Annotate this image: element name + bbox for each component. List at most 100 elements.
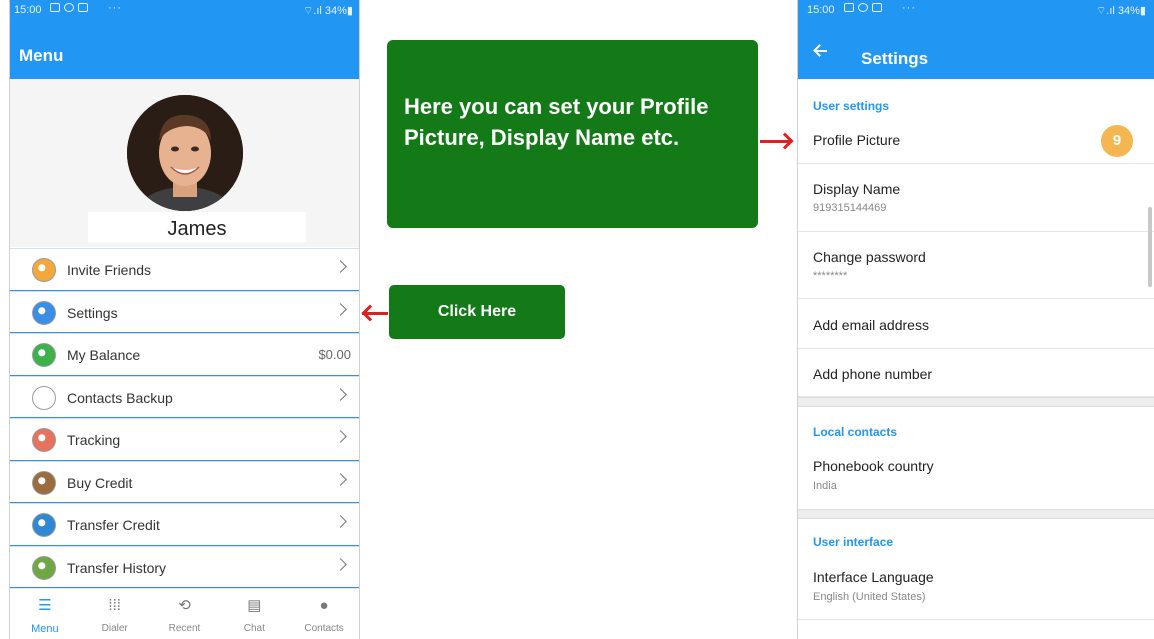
chevron-right-icon <box>334 557 347 571</box>
invite-friends-icon <box>32 258 56 282</box>
battery-signal-indicator: ⌔.ıl 34%▮ <box>302 5 353 17</box>
menu-item-settings[interactable]: Settings <box>10 290 359 333</box>
settings-icon <box>32 300 56 325</box>
nav-chat[interactable]: ▤ Chat <box>219 589 289 639</box>
battery-signal-indicator: ⌔.ıl 34%▮ <box>1095 5 1146 17</box>
menu-item-label: Settings <box>67 304 118 321</box>
nav-menu[interactable]: ☰ Menu <box>10 589 80 639</box>
menu-screen: 15:00 ··· ⌔.ıl 34%▮ Menu James Invite Fr… <box>9 0 360 639</box>
status-time: 15:00 <box>807 4 835 16</box>
profile-picture-label: Profile Picture <box>813 132 901 148</box>
app-bar: Settings <box>798 22 1154 79</box>
transfer-credit-icon <box>32 513 56 537</box>
notification-icons <box>50 3 88 12</box>
more-notifications-icon: ··· <box>902 2 916 14</box>
bottom-navigation: ☰ Menu ⁞⁞⁞ Dialer ⟲ Recent ▤ Chat ● Contacts <box>10 588 359 639</box>
more-notifications-icon: ··· <box>108 2 122 14</box>
nav-label: Menu <box>31 623 59 635</box>
password-value: ******** <box>813 270 848 282</box>
nav-dialer[interactable]: ⁞⁞⁞ Dialer <box>80 589 150 639</box>
add-phone-label: Add phone number <box>813 366 933 382</box>
notification-icons <box>844 3 882 12</box>
user-name-box: James <box>88 212 306 242</box>
callout-click-text: Click Here <box>437 303 517 320</box>
menu-item-contacts-backup[interactable]: Contacts Backup <box>10 375 359 418</box>
profile-header: James <box>10 79 359 247</box>
menu-item-label: Tracking <box>67 432 121 448</box>
profile-settings-callout: Here you can set your Profile Picture, D… <box>387 40 758 228</box>
chat-icon: ▤ <box>247 597 262 614</box>
chevron-right-icon <box>334 302 347 316</box>
arrow-head-right <box>776 132 794 150</box>
nav-recent[interactable]: ⟲ Recent <box>150 589 220 639</box>
menu-list: Invite Friends Settings My Balance $0.00 Con… <box>10 248 359 588</box>
chevron-right-icon <box>334 387 347 401</box>
page-title: Menu <box>19 46 64 65</box>
nav-contacts[interactable]: ● Contacts <box>289 589 359 639</box>
add-email-label: Add email address <box>813 317 929 333</box>
menu-item-transfer-credit[interactable]: Transfer Credit <box>10 503 359 546</box>
section-divider <box>798 397 1154 407</box>
menu-item-tracking[interactable]: Tracking <box>10 418 359 461</box>
status-time: 15:00 <box>14 4 42 16</box>
user-name: James <box>167 218 227 240</box>
status-bar: 15:00 ··· ⌔.ıl 34%▮ <box>798 0 1154 22</box>
app-bar: Menu <box>10 22 359 79</box>
contacts-icon: ● <box>319 597 329 614</box>
tracking-icon <box>32 428 56 452</box>
chevron-right-icon <box>334 260 347 273</box>
transfer-history-icon <box>32 555 56 580</box>
menu-item-label: Transfer Credit <box>67 517 160 533</box>
buy-credit-icon <box>32 470 56 495</box>
recent-icon: ⟲ <box>178 597 191 614</box>
menu-item-label: Invite Friends <box>67 262 152 278</box>
click-here-callout: Click Here <box>389 285 565 339</box>
nav-label: Chat <box>243 623 265 634</box>
nav-label: Dialer <box>101 623 128 634</box>
menu-item-transfer-history[interactable]: Transfer History <box>10 545 359 588</box>
balance-icon <box>32 343 56 367</box>
display-name-label: Display Name <box>813 181 901 197</box>
nav-label: Contacts <box>304 623 344 634</box>
chevron-right-icon <box>334 472 347 486</box>
menu-item-label: Buy Credit <box>67 474 133 491</box>
phonebook-country-row[interactable]: Phonebook country India <box>798 444 1154 510</box>
menu-item-buy-credit[interactable]: Buy Credit <box>10 460 359 503</box>
change-password-row[interactable]: Change password ******** <box>798 232 1154 299</box>
menu-icon: ☰ <box>38 597 52 614</box>
settings-screen: 15:00 ··· ⌔.ıl 34%▮ Settings User settin… <box>797 0 1154 639</box>
status-bar: 15:00 ··· ⌔.ıl 34%▮ <box>10 0 359 22</box>
scrollbar[interactable] <box>1148 207 1152 287</box>
page-title: Settings <box>861 49 929 68</box>
interface-language-row[interactable]: Interface Language English (United State… <box>798 554 1154 620</box>
dialer-icon: ⁞⁞⁞ <box>108 597 121 614</box>
step-number-badge: 9 <box>1101 125 1133 157</box>
settings-list: User settings Profile Picture 9 Display … <box>798 79 1154 639</box>
display-name-value: 919315144469 <box>813 202 887 214</box>
chevron-right-icon <box>334 430 347 443</box>
section-header-local-contacts: Local contacts <box>813 425 898 439</box>
menu-item-label: Contacts Backup <box>67 389 173 406</box>
back-arrow-icon[interactable] <box>814 45 828 59</box>
cloud-backup-icon <box>32 385 56 410</box>
interface-language-label: Interface Language <box>813 569 934 585</box>
phonebook-country-label: Phonebook country <box>813 458 934 474</box>
section-header-user-settings: User settings <box>813 99 890 113</box>
arrow-head-left <box>361 304 379 322</box>
section-header-user-interface: User interface <box>813 535 894 549</box>
menu-item-label: Transfer History <box>67 559 167 576</box>
add-phone-row[interactable]: Add phone number <box>798 349 1154 397</box>
section-divider <box>798 509 1154 519</box>
interface-language-value: English (United States) <box>813 591 926 603</box>
phonebook-country-value: India <box>813 480 837 492</box>
menu-item-my-balance[interactable]: My Balance $0.00 <box>10 333 359 376</box>
menu-item-label: My Balance <box>67 347 141 363</box>
display-name-row[interactable]: Display Name 919315144469 <box>798 164 1154 232</box>
add-email-row[interactable]: Add email address <box>798 299 1154 349</box>
avatar-photo <box>127 95 243 211</box>
avatar[interactable] <box>127 95 243 211</box>
menu-item-invite-friends[interactable]: Invite Friends <box>10 248 359 291</box>
nav-label: Recent <box>168 623 201 634</box>
balance-value: $0.00 <box>318 347 351 362</box>
callout-profile-text: Here you can set your Profile Picture, D… <box>404 94 709 150</box>
